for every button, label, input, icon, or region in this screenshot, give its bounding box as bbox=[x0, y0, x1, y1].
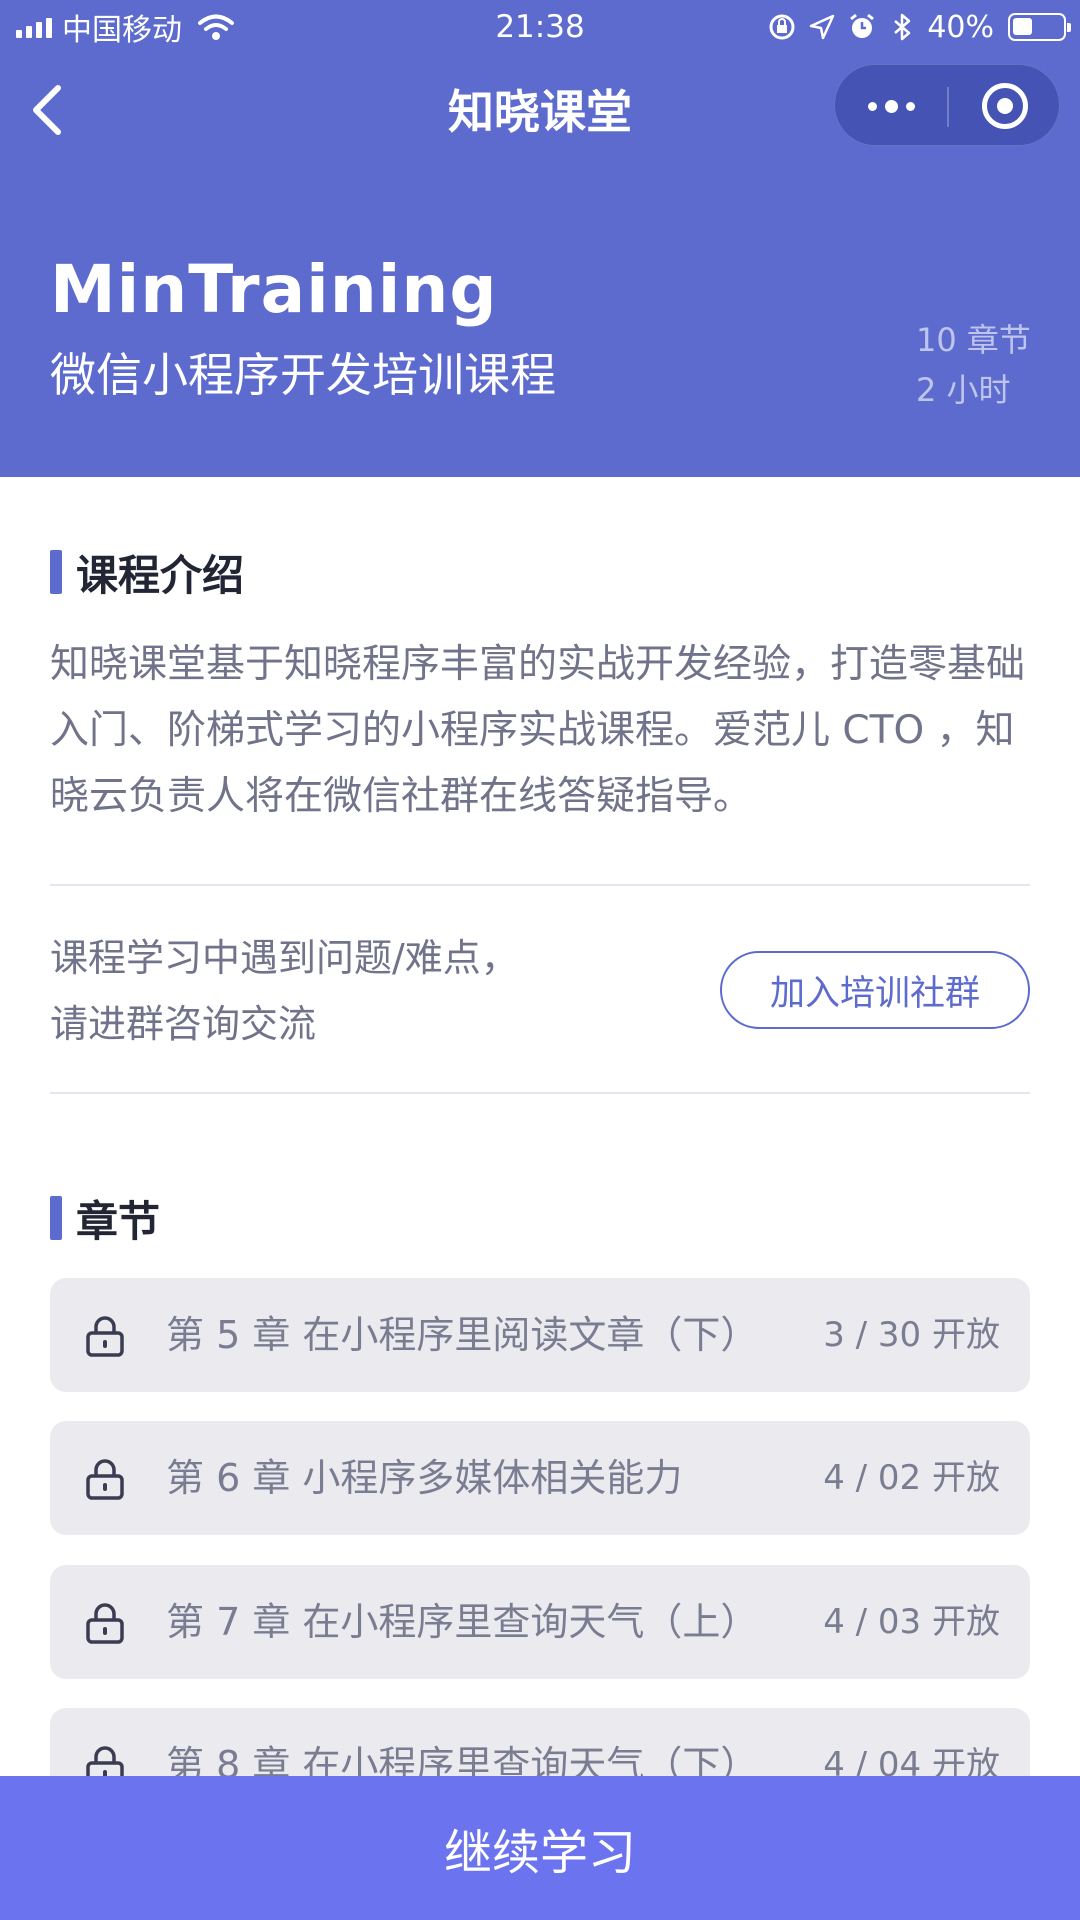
location-icon bbox=[810, 14, 835, 40]
lock-icon bbox=[86, 1603, 124, 1644]
chapter-open-date: 4 / 02 开放 bbox=[823, 1458, 1000, 1498]
bluetooth-icon bbox=[894, 13, 911, 41]
chapter-title: 第 5 章 在小程序里阅读文章（下） bbox=[166, 1313, 759, 1357]
lock-icon bbox=[86, 1459, 124, 1500]
battery-percent: 40% bbox=[927, 9, 994, 45]
intro-text: 知晓课堂基于知晓程序丰富的实战开发经验，打造零基础入门、阶梯式学习的小程序实战课… bbox=[50, 642, 1026, 819]
divider-top bbox=[50, 884, 1030, 886]
intro-heading: 课程介绍 bbox=[50, 549, 244, 600]
rotation-lock-icon bbox=[769, 14, 795, 40]
chapter-count: 10 章节 bbox=[916, 321, 1031, 359]
help-text: 课程学习中遇到问题/难点， 请进群咨询交流 bbox=[50, 925, 519, 1057]
course-header: 中国移动 21:38 40% 知晓课堂 MinTraining 微信小程序开发培… bbox=[0, 0, 1080, 477]
lock-icon bbox=[86, 1316, 124, 1357]
more-dot-center bbox=[884, 99, 898, 113]
chapter-item[interactable]: 第 7 章 在小程序里查询天气（上） 4 / 03 开放 bbox=[50, 1565, 1030, 1679]
help-line-2: 请进群咨询交流 bbox=[50, 1002, 317, 1046]
course-title-en: MinTraining bbox=[50, 251, 498, 328]
status-right: 40% bbox=[767, 8, 1071, 46]
more-dot-right bbox=[905, 101, 915, 111]
close-miniprogram-button[interactable] bbox=[949, 65, 1061, 147]
alarm-icon bbox=[850, 13, 875, 38]
section-marker bbox=[50, 550, 62, 594]
divider-bottom bbox=[50, 1092, 1030, 1094]
chapter-title: 第 6 章 小程序多媒体相关能力 bbox=[166, 1456, 683, 1500]
chapters-heading-text: 章节 bbox=[76, 1196, 161, 1246]
more-button[interactable] bbox=[835, 65, 947, 147]
continue-learning-button[interactable]: 继续学习 bbox=[0, 1776, 1080, 1920]
chapter-open-date: 4 / 03 开放 bbox=[823, 1602, 1000, 1642]
course-title-cn: 微信小程序开发培训课程 bbox=[50, 348, 556, 402]
status-bar: 中国移动 21:38 40% bbox=[0, 0, 1080, 54]
chapter-item[interactable]: 第 5 章 在小程序里阅读文章（下） 3 / 30 开放 bbox=[50, 1278, 1030, 1392]
target-close-icon bbox=[982, 83, 1028, 129]
more-dots-icon bbox=[867, 101, 877, 111]
chapters-heading: 章节 bbox=[50, 1195, 160, 1246]
chapter-title: 第 7 章 在小程序里查询天气（上） bbox=[166, 1600, 759, 1644]
battery-fill bbox=[1013, 18, 1032, 35]
section-marker bbox=[50, 1196, 62, 1240]
join-group-button[interactable]: 加入培训社群 bbox=[720, 951, 1030, 1029]
help-line-1: 课程学习中遇到问题/难点， bbox=[50, 936, 519, 980]
chapter-open-date: 3 / 30 开放 bbox=[823, 1315, 1000, 1355]
course-meta: 10 章节 2 小时 bbox=[916, 315, 1031, 415]
target-core bbox=[997, 98, 1013, 114]
mini-program-capsule bbox=[834, 64, 1060, 146]
course-duration: 2 小时 bbox=[916, 371, 1011, 409]
intro-heading-text: 课程介绍 bbox=[76, 550, 245, 600]
nav-bar: 知晓课堂 bbox=[0, 60, 1080, 160]
battery-icon bbox=[1008, 13, 1071, 41]
chapter-item[interactable]: 第 6 章 小程序多媒体相关能力 4 / 02 开放 bbox=[50, 1421, 1030, 1535]
